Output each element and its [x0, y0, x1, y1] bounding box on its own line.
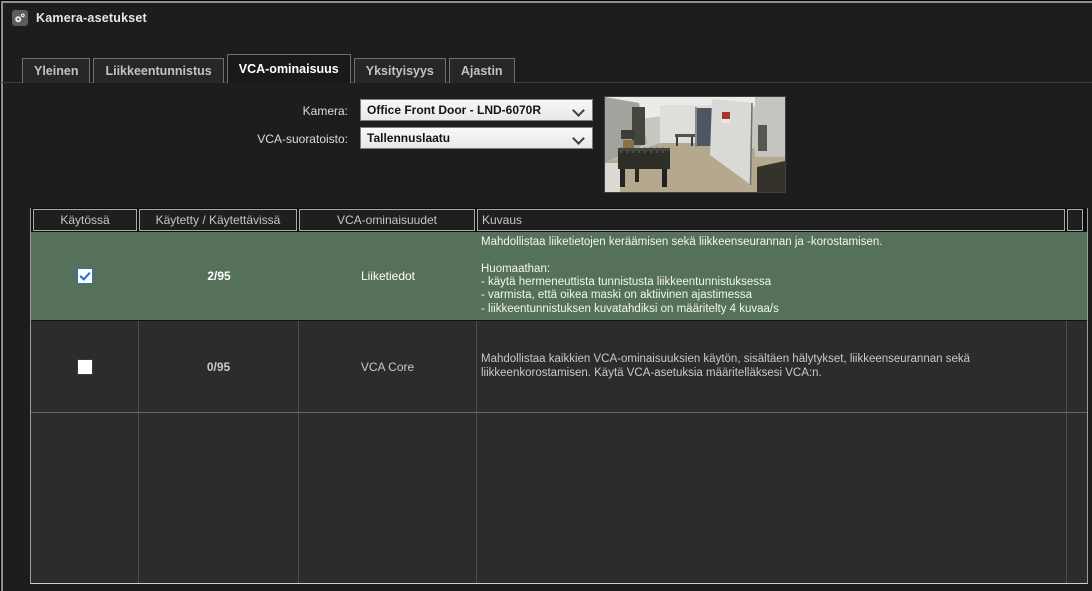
- usage-cell: 0/95: [139, 321, 299, 412]
- table-row-vca-core[interactable]: 0/95 VCA Core Mahdollistaa kaikkien VCA-…: [31, 321, 1087, 413]
- tab-ajastin[interactable]: Ajastin: [449, 58, 515, 83]
- empty-cell: [299, 413, 477, 583]
- header-kaytossa: Käytössä: [33, 209, 137, 231]
- spacer-cell: [1067, 321, 1087, 412]
- camera-preview-image: [604, 96, 786, 193]
- empty-cell: [139, 413, 299, 583]
- header-vca-ominaisuudet: VCA-ominaisuudet: [299, 209, 475, 231]
- tab-label: Liikkeentunnistus: [105, 64, 211, 78]
- header-kaytetty-kaytettavissa: Käytetty / Käytettävissä: [139, 209, 297, 231]
- settings-tab-strip: Yleinen Liikkeentunnistus VCA-ominaisuus…: [22, 54, 515, 83]
- enabled-cell: [31, 321, 139, 412]
- empty-cell: [1067, 413, 1087, 583]
- vca-stream-select-label: VCA-suoratoisto:: [140, 132, 348, 146]
- empty-cell: [31, 413, 139, 583]
- enabled-cell: [31, 232, 139, 320]
- vca-stream-select-value: Tallennuslaatu: [367, 131, 450, 145]
- tab-yksityisyys[interactable]: Yksityisyys: [354, 58, 446, 83]
- empty-row: [31, 413, 1087, 583]
- table-header-row: Käytössä Käytetty / Käytettävissä VCA-om…: [31, 208, 1087, 232]
- tab-label: Yksityisyys: [366, 64, 434, 78]
- camera-select-value: Office Front Door - LND-6070R: [367, 103, 541, 117]
- tab-label: VCA-ominaisuus: [239, 62, 339, 76]
- hallway-scene: [605, 97, 785, 192]
- camera-select-label: Kamera:: [140, 104, 348, 118]
- enabled-checkbox[interactable]: [77, 268, 93, 284]
- empty-cell: [477, 413, 1067, 583]
- tab-liikkeentunnistus[interactable]: Liikkeentunnistus: [93, 58, 223, 83]
- window-border-top-highlight: [0, 1, 1092, 3]
- title-bar[interactable]: Kamera-asetukset: [12, 8, 147, 28]
- description-cell: Mahdollistaa kaikkien VCA-ominaisuuksien…: [481, 353, 1056, 380]
- header-kuvaus: Kuvaus: [477, 209, 1065, 231]
- feature-cell: Liiketiedot: [299, 232, 477, 320]
- tab-label: Yleinen: [34, 64, 78, 78]
- tab-vca-ominaisuus[interactable]: VCA-ominaisuus: [227, 54, 351, 83]
- chevron-down-icon: [572, 104, 585, 117]
- tab-yleinen[interactable]: Yleinen: [22, 58, 90, 83]
- usage-cell: 2/95: [139, 232, 299, 320]
- header-spacer: [1067, 209, 1083, 231]
- feature-cell: VCA Core: [299, 321, 477, 412]
- chevron-down-icon: [572, 132, 585, 145]
- spacer-cell: [1067, 232, 1087, 320]
- table-row-liiketiedot[interactable]: 2/95 Liiketiedot Mahdollistaa liiketieto…: [31, 232, 1087, 321]
- camera-select[interactable]: Office Front Door - LND-6070R: [360, 99, 593, 121]
- camera-settings-icon: [12, 10, 28, 26]
- window-title: Kamera-asetukset: [36, 11, 147, 25]
- vca-feature-table: Käytössä Käytetty / Käytettävissä VCA-om…: [30, 208, 1088, 584]
- vca-stream-select[interactable]: Tallennuslaatu: [360, 127, 593, 149]
- enabled-checkbox[interactable]: [77, 359, 93, 375]
- window-border-left-highlight: [1, 1, 3, 591]
- tab-label: Ajastin: [461, 64, 503, 78]
- description-cell: Mahdollistaa liiketietojen keräämisen se…: [481, 236, 882, 316]
